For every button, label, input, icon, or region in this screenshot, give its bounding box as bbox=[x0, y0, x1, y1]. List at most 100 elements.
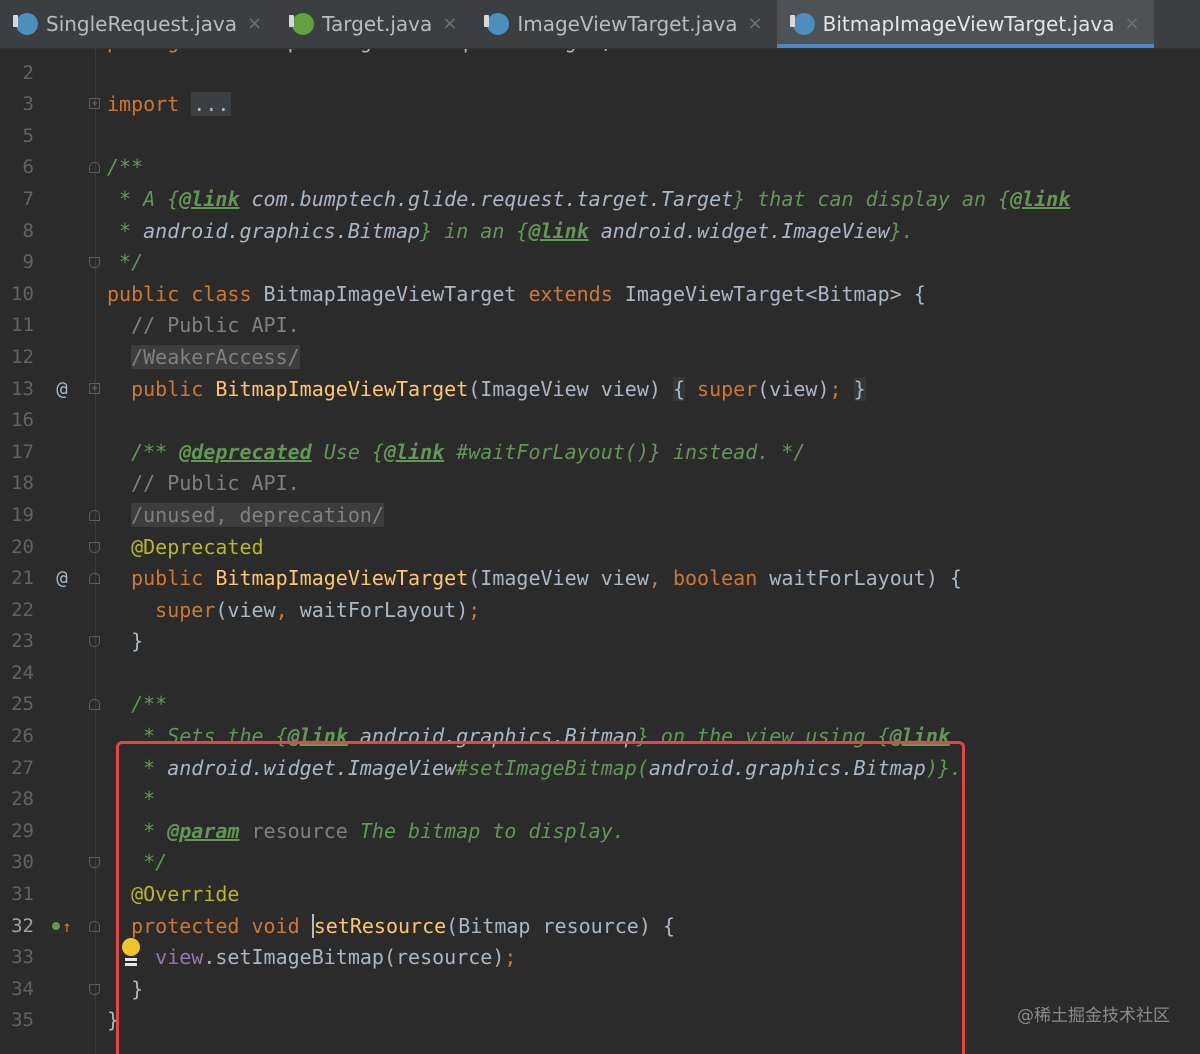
fold-toggle-icon[interactable] bbox=[89, 573, 100, 585]
code-line[interactable]: 5 bbox=[0, 121, 1200, 153]
code-token: public bbox=[107, 376, 216, 401]
code-token: } in an { bbox=[420, 218, 529, 243]
fold-toggle-icon[interactable] bbox=[89, 636, 100, 648]
tab-close-icon[interactable]: × bbox=[442, 15, 457, 33]
override-method-icon[interactable]: ↑ bbox=[50, 911, 74, 943]
code-token: */ bbox=[107, 850, 168, 875]
code-line[interactable]: 2 bbox=[0, 58, 1200, 90]
code-line[interactable]: 29 * @param resource The bitmap to displ… bbox=[0, 816, 1200, 848]
line-number: 28 bbox=[11, 788, 34, 811]
code-token: @param bbox=[167, 818, 240, 843]
code-token: BitmapImageViewTarget bbox=[215, 566, 469, 591]
code-line[interactable]: 6 /** bbox=[0, 152, 1200, 184]
code-line[interactable]: 30 */ bbox=[0, 847, 1200, 879]
code-token: extends bbox=[528, 281, 625, 306]
code-token: #setImageBitmap( bbox=[456, 755, 649, 780]
editor-tab[interactable]: SingleRequest.java × bbox=[0, 0, 276, 48]
fold-toggle-icon[interactable] bbox=[89, 257, 100, 269]
code-token: BitmapImageViewTarget bbox=[215, 376, 469, 401]
fold-toggle-icon[interactable] bbox=[89, 509, 100, 521]
code-line[interactable]: 33 view.setImageBitmap(resource); bbox=[0, 942, 1200, 974]
editor-tab[interactable]: ImageViewTarget.java × bbox=[471, 0, 776, 48]
code-line[interactable]: 22 super(view, waitForLayout); bbox=[0, 595, 1200, 627]
interface-icon bbox=[289, 13, 315, 35]
code-line[interactable]: 18 // Public API. bbox=[0, 468, 1200, 500]
tab-close-icon[interactable]: × bbox=[748, 15, 763, 33]
code-line[interactable]: 9 */ bbox=[0, 247, 1200, 279]
code-line[interactable]: 24 bbox=[0, 658, 1200, 690]
code-token: // Public API. bbox=[107, 313, 300, 338]
code-line[interactable]: 31 @Override bbox=[0, 879, 1200, 911]
fold-toggle-icon[interactable] bbox=[89, 920, 100, 932]
code-token: /unused, deprecation/ bbox=[131, 502, 384, 527]
code-line[interactable]: 26 * Sets the {@link android.graphics.Bi… bbox=[0, 721, 1200, 753]
code-line[interactable]: 20 @Deprecated bbox=[0, 532, 1200, 564]
fold-toggle-icon[interactable] bbox=[89, 857, 100, 869]
class-icon bbox=[13, 13, 38, 35]
code-token: Use { bbox=[311, 439, 384, 464]
code-line[interactable]: 3 + import ... bbox=[0, 89, 1200, 121]
code-line[interactable]: 12 /WeakerAccess/ bbox=[0, 342, 1200, 374]
code-token: ImageViewTarget<Bitmap> { bbox=[624, 281, 926, 306]
line-number: 12 bbox=[11, 345, 34, 368]
code-line[interactable]: 23 } bbox=[0, 626, 1200, 658]
code-line[interactable]: 13 @ + public BitmapImageViewTarget(ImageV… bbox=[0, 374, 1200, 406]
editor-tab[interactable]: BitmapImageViewTarget.java × bbox=[776, 0, 1154, 48]
code-lines: 1 package com.bumptech.glide.request.targ… bbox=[0, 49, 1200, 1037]
code-token: public class bbox=[107, 281, 264, 306]
code-token: waitForLayout) bbox=[299, 597, 469, 622]
code-line[interactable]: 17 /** @deprecated Use {@link #waitForLa… bbox=[0, 437, 1200, 469]
code-token: @link bbox=[889, 724, 950, 749]
tab-close-icon[interactable]: × bbox=[247, 15, 262, 33]
code-line[interactable]: 25 /** bbox=[0, 689, 1200, 721]
code-text: // Public API. bbox=[107, 310, 300, 342]
fold-toggle-icon[interactable] bbox=[89, 699, 100, 711]
tab-close-icon[interactable]: × bbox=[1124, 15, 1139, 33]
fold-toggle-icon[interactable] bbox=[89, 983, 100, 995]
tab-label: Target.java bbox=[322, 12, 433, 36]
code-line[interactable]: 21 @ public BitmapImageViewTarget(ImageVi… bbox=[0, 563, 1200, 595]
code-line[interactable]: 27 * android.widget.ImageView#setImageBi… bbox=[0, 753, 1200, 785]
annotation-gutter-icon[interactable]: @ bbox=[50, 563, 74, 595]
code-line[interactable]: 19 /unused, deprecation/ bbox=[0, 500, 1200, 532]
fold-toggle-icon[interactable] bbox=[89, 162, 100, 174]
code-text: } bbox=[107, 626, 143, 658]
code-text: * Sets the {@link android.graphics.Bitma… bbox=[107, 721, 950, 753]
line-number: 9 bbox=[22, 251, 34, 274]
fold-expand-icon[interactable]: + bbox=[89, 382, 100, 394]
code-text: @Override bbox=[107, 879, 239, 911]
code-line[interactable]: 28 * bbox=[0, 784, 1200, 816]
code-token: @Override bbox=[107, 882, 240, 907]
code-line[interactable]: 11 // Public API. bbox=[0, 310, 1200, 342]
line-number: 19 bbox=[11, 503, 34, 526]
code-token: ; bbox=[829, 376, 842, 401]
code-token: * bbox=[107, 787, 156, 812]
line-number: 17 bbox=[11, 440, 34, 463]
code-line[interactable]: 1 package com.bumptech.glide.request.targ… bbox=[0, 49, 1200, 58]
fold-expand-icon[interactable]: + bbox=[89, 98, 100, 110]
code-token: } that can display an { bbox=[733, 186, 1011, 211]
intention-bulb-icon[interactable] bbox=[122, 938, 140, 961]
code-line[interactable]: 10 public class BitmapImageViewTarget ext… bbox=[0, 279, 1200, 311]
code-line[interactable]: 16 bbox=[0, 405, 1200, 437]
code-token: import bbox=[107, 92, 192, 117]
line-number: 25 bbox=[11, 693, 34, 716]
line-number: 1 bbox=[0, 49, 34, 58]
code-text: public BitmapImageViewTarget(ImageView v… bbox=[107, 563, 962, 595]
watermark: @稀土掘金技术社区 bbox=[1017, 1006, 1170, 1026]
code-line[interactable]: 7 * A {@link com.bumptech.glide.request.… bbox=[0, 184, 1200, 216]
code-text: * A {@link com.bumptech.glide.request.ta… bbox=[107, 184, 1070, 216]
code-editor[interactable]: 1 package com.bumptech.glide.request.targ… bbox=[0, 49, 1200, 1054]
fold-toggle-icon[interactable] bbox=[89, 541, 100, 553]
code-text: /WeakerAccess/ bbox=[107, 342, 300, 374]
code-line[interactable]: 8 * android.graphics.Bitmap} in an {@lin… bbox=[0, 216, 1200, 248]
code-token: (ImageView view bbox=[468, 566, 649, 591]
code-text: /** bbox=[107, 689, 167, 721]
line-number: 33 bbox=[11, 946, 34, 969]
code-token: (Bitmap resource) { bbox=[446, 913, 675, 938]
code-token: ; bbox=[504, 945, 517, 970]
annotation-gutter-icon[interactable]: @ bbox=[50, 374, 74, 406]
code-line[interactable]: 32 ↑ protected void setResource(Bitmap re… bbox=[0, 911, 1200, 943]
editor-tab[interactable]: Target.java × bbox=[276, 0, 471, 48]
line-number: 8 bbox=[22, 219, 34, 242]
